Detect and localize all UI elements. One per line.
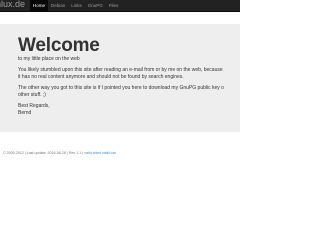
nav-item-files[interactable]: Files (106, 0, 122, 11)
lead-text: to my little place on the web (18, 56, 80, 62)
page-footer: © 2005-2012 | Last update: 2016-06-28 | … (3, 151, 116, 156)
nav-item-links[interactable]: Links (68, 0, 85, 11)
intro-paragraph-line-1: You likely stumbled upon this site after… (18, 67, 223, 73)
main-nav: Home Debian Links GnuPG Files (30, 0, 121, 11)
intro-paragraph-line-2: it has no real content anymore and shoul… (18, 74, 184, 80)
nav-item-debian[interactable]: Debian (48, 0, 68, 11)
top-navbar: athlux.de Home Debian Links GnuPG Files (0, 0, 240, 12)
welcome-jumbotron: Welcome to my little place on the web Yo… (0, 24, 240, 132)
site-brand-label[interactable]: athlux.de (0, 0, 25, 10)
site-brand[interactable]: athlux.de (0, 0, 26, 11)
closing-text: Best Regards, (18, 103, 50, 109)
signature-text: Bernd (18, 110, 32, 116)
footer-copyright: © 2005-2012 | Last update: 2016-06-28 | … (3, 151, 84, 155)
nav-item-home[interactable]: Home (30, 0, 49, 11)
gnupg-paragraph-line-2: other stuff. ;) (18, 92, 46, 98)
gnupg-paragraph-line-1: The other way you got to this site is if… (18, 85, 224, 91)
jumbotron-content: Welcome to my little place on the web Yo… (18, 36, 258, 117)
page-title: Welcome (18, 35, 100, 56)
nav-item-gnupg[interactable]: GnuPG (85, 0, 106, 11)
footer-validation-links[interactable]: valid xhtml valid css (84, 151, 116, 155)
